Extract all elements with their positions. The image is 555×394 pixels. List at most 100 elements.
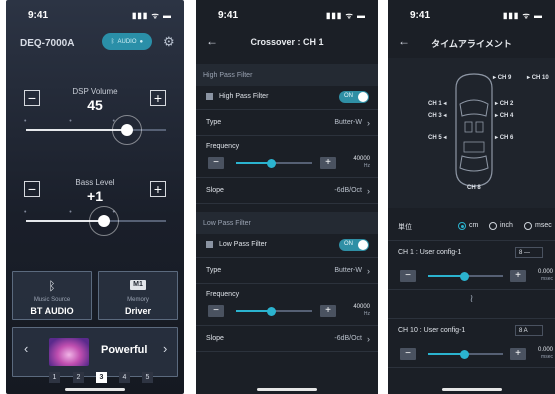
hpf-toggle-thumb	[358, 92, 368, 102]
music-source-value: BT AUDIO	[30, 306, 74, 316]
nav-bar: ← Crossover : CH 1	[196, 28, 378, 56]
ch10-config-select[interactable]: 8 A	[515, 325, 543, 336]
ch10-config-row: CH 10 : User config-1 8 A − + 0.000 msec	[388, 318, 555, 368]
hpf-frequency-plus-button[interactable]: +	[320, 157, 336, 169]
preset-number-5[interactable]: 5	[142, 372, 153, 383]
memory-card[interactable]: M1 Memory Driver	[98, 271, 178, 320]
ch10-delay-unit: msec	[541, 354, 553, 360]
unit-option-cm[interactable]: cm	[469, 222, 478, 229]
lpf-frequency-knob[interactable]	[267, 307, 277, 316]
lpf-frequency-label: Frequency	[206, 291, 240, 298]
chevron-right-icon: ›	[367, 334, 370, 344]
status-icons: ▮▮▮ ᯤ ▬	[132, 11, 172, 20]
hpf-slope-row[interactable]: Slope -6dB/Oct ›	[196, 178, 378, 204]
hpf-frequency-knob[interactable]	[267, 159, 277, 168]
memory-caption: Memory	[127, 297, 149, 303]
preset-prev-button[interactable]: ‹	[24, 341, 28, 356]
ch1-plus-button[interactable]: +	[510, 270, 526, 282]
hpf-toggle-label: High Pass Filter	[219, 93, 269, 100]
dsp-volume-plus-button[interactable]: +	[150, 90, 166, 106]
lpf-toggle[interactable]: ON	[339, 239, 369, 251]
dsp-volume-knob[interactable]	[120, 124, 133, 136]
filter-icon	[206, 93, 213, 100]
ch2-text: CH 2	[499, 101, 514, 107]
hpf-frequency-minus-button[interactable]: −	[208, 157, 224, 169]
hpf-toggle[interactable]: ON	[339, 91, 369, 103]
screen-time-alignment: 9:41 ▮▮▮ ᯤ ▬ ← タイムアライメント ▸ CH 9 ▸ CH 10 …	[388, 0, 555, 394]
lpf-slope-label: Slope	[206, 335, 224, 342]
hpf-toggle-row: High Pass Filter ON	[196, 86, 378, 110]
source-pill[interactable]: ᛒ AUDIO ●	[102, 33, 152, 50]
bass-level-plus-button[interactable]: +	[150, 181, 166, 197]
car-layout-panel: ▸ CH 9 ▸ CH 10 CH 1 ◂ ▸ CH 2 CH 3 ◂ ▸ CH…	[388, 58, 555, 208]
unit-option-msec[interactable]: msec	[535, 222, 552, 229]
ch10-plus-button[interactable]: +	[510, 348, 526, 360]
lpf-toggle-text: ON	[344, 241, 353, 247]
lpf-toggle-label: Low Pass Filter	[219, 241, 267, 248]
music-source-card[interactable]: ᛒ Music Source BT AUDIO	[12, 271, 92, 320]
memory-badge: M1	[130, 280, 146, 290]
eq-waveform-image	[49, 338, 89, 366]
hpf-type-value: Butter-W	[334, 119, 362, 126]
status-time: 9:41	[28, 10, 49, 21]
chevron-right-icon: ›	[367, 266, 370, 276]
hpf-type-label: Type	[206, 119, 222, 126]
preset-number-3[interactable]: 3	[96, 372, 107, 383]
ch4-label: ▸ CH 4	[495, 113, 514, 119]
lpf-frequency-plus-button[interactable]: +	[320, 305, 336, 317]
eq-preset-card: ‹ Powerful › 1 2 3 4 5	[12, 327, 178, 383]
chevron-right-icon: ›	[367, 118, 370, 128]
home-indicator	[65, 388, 125, 391]
ch3-text: CH 3	[428, 113, 442, 119]
ch5-text: CH 5	[428, 135, 442, 141]
memory-value: Driver	[124, 306, 151, 316]
gear-icon[interactable]: ⚙	[163, 34, 175, 50]
hpf-frequency-label: Frequency	[206, 143, 240, 150]
device-model: DEQ-7000A	[20, 38, 75, 49]
hpf-section-header: High Pass Filter	[196, 64, 378, 86]
ch10-delay-knob[interactable]	[459, 350, 469, 359]
lpf-toggle-row: Low Pass Filter ON	[196, 234, 378, 258]
home-indicator	[441, 388, 502, 391]
ch1-config-label: CH 1 : User config-1	[398, 249, 462, 256]
ch1-text: CH 1	[428, 101, 442, 107]
hpf-frequency-unit: Hz	[363, 163, 370, 169]
unit-radio-msec[interactable]	[524, 222, 532, 230]
unit-radio-cm[interactable]	[458, 222, 466, 230]
ch1-minus-button[interactable]: −	[400, 270, 416, 282]
units-row: 単位 cm inch msec	[388, 219, 555, 237]
status-icons: ▮▮▮ ᯤ ▬	[326, 11, 366, 20]
unit-radio-inch[interactable]	[489, 222, 497, 230]
ch6-label: ▸ CH 6	[495, 135, 514, 141]
lpf-slope-row[interactable]: Slope -6dB/Oct ›	[196, 326, 378, 352]
ch1-config-row: CH 1 : User config-1 8 — − + 0.000 msec	[388, 240, 555, 290]
status-time: 9:41	[410, 10, 431, 21]
ch10-delay-value: 0.000	[537, 347, 553, 353]
unit-option-inch[interactable]: inch	[500, 222, 513, 229]
lpf-frequency-minus-button[interactable]: −	[208, 305, 224, 317]
preset-number-2[interactable]: 2	[73, 372, 84, 383]
ch5-label: CH 5 ◂	[428, 135, 447, 141]
preset-number-4[interactable]: 4	[119, 372, 130, 383]
hpf-toggle-text: ON	[344, 93, 353, 99]
dsp-tick-marks: • • •	[24, 118, 115, 125]
hpf-type-row[interactable]: Type Butter-W ›	[196, 110, 378, 136]
lpf-section-header: Low Pass Filter	[196, 212, 378, 234]
status-icons: ▮▮▮ ᯤ ▬	[503, 11, 543, 20]
hpf-slope-label: Slope	[206, 187, 224, 194]
lpf-type-row[interactable]: Type Butter-W ›	[196, 258, 378, 284]
lpf-toggle-thumb	[358, 240, 368, 250]
preset-next-button[interactable]: ›	[163, 341, 167, 356]
preset-number-1[interactable]: 1	[49, 372, 60, 383]
ch1-config-select[interactable]: 8 —	[515, 247, 543, 258]
ch10-text: CH 10	[531, 75, 549, 81]
ch1-delay-value: 0.000	[537, 269, 553, 275]
music-source-caption: Music Source	[33, 297, 71, 303]
screen-main: 9:41 ▮▮▮ ᯤ ▬ DEQ-7000A ᛒ AUDIO ● ⚙ − DSP…	[6, 0, 184, 394]
ch8-label: CH 8	[467, 185, 481, 191]
ch6-text: CH 6	[499, 135, 514, 141]
ch1-delay-knob[interactable]	[459, 272, 469, 281]
ch10-minus-button[interactable]: −	[400, 348, 416, 360]
lpf-frequency-readout: 40000 Hz	[353, 304, 370, 318]
status-bar: 9:41 ▮▮▮ ᯤ ▬	[388, 0, 555, 28]
